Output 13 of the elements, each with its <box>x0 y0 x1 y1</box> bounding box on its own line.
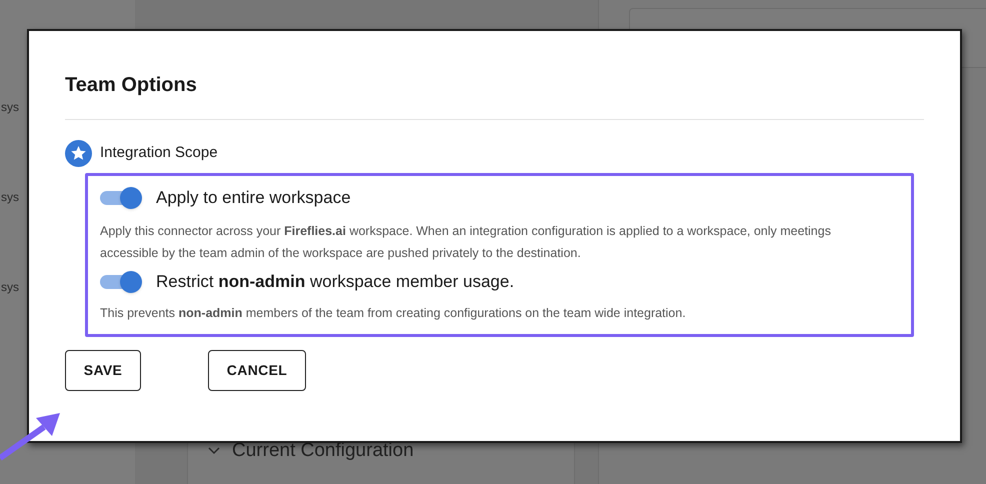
dialog-title: Team Options <box>65 73 198 98</box>
sidebar-label: sys <box>1 190 19 204</box>
option-label: Apply to entire workspace <box>156 187 351 210</box>
save-button[interactable]: SAVE <box>65 350 141 391</box>
sidebar-label: sys <box>1 280 19 294</box>
section-title: Integration Scope <box>100 143 218 164</box>
toggle-switch[interactable] <box>100 270 142 294</box>
cancel-button[interactable]: CANCEL <box>208 350 306 391</box>
toggle-switch[interactable] <box>100 186 142 210</box>
option-label: Restrict non-admin workspace member usage. <box>156 271 514 294</box>
option-description: Apply this connector across your Fireflies.ai workspace. When an integration configuration is applied to a workspace, only meetings accessible by the team admin of the workspace are pushed privately to the destination. <box>100 223 832 262</box>
option-description: This prevents non-admin members of the team from creating configurations on the team wide integration. <box>100 305 687 322</box>
sidebar-label: sys <box>1 100 19 114</box>
